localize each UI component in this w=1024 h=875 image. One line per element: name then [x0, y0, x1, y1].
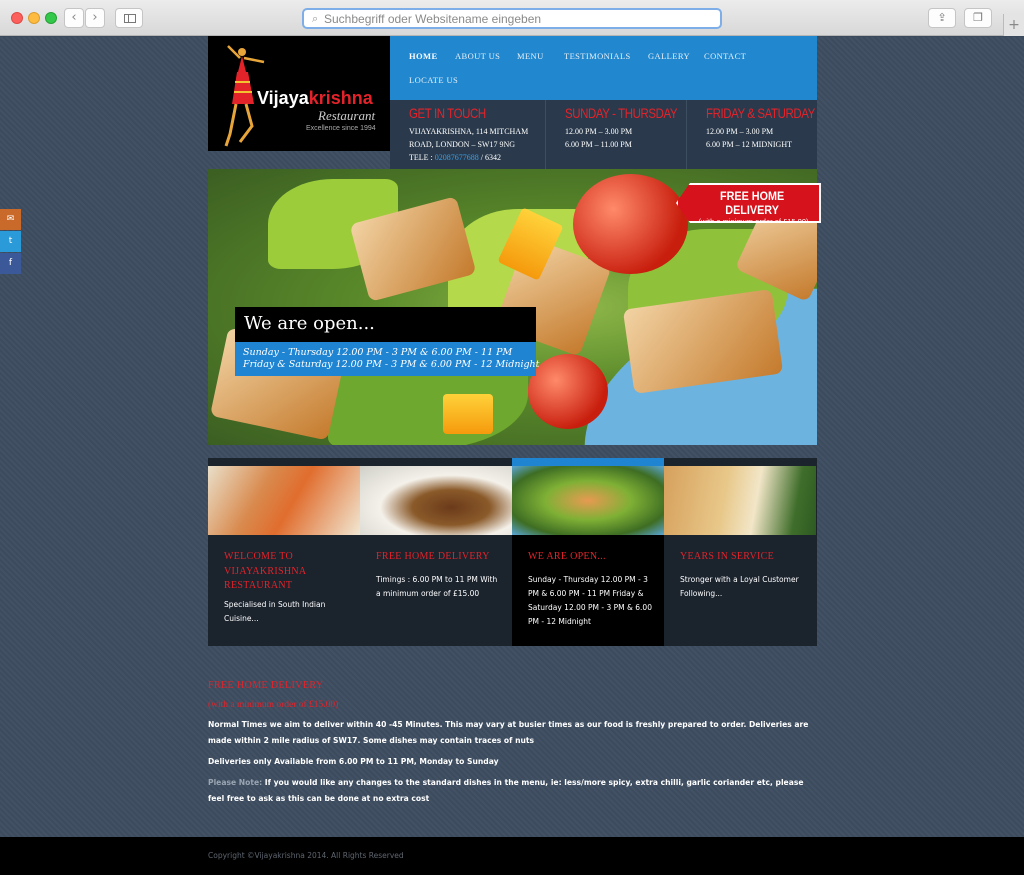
- nav-home[interactable]: HOME: [409, 51, 438, 61]
- hero-open-title: We are open...: [235, 307, 536, 342]
- minimize-window-button[interactable]: [28, 12, 40, 24]
- feature-title: YEARS IN SERVICE: [680, 551, 775, 562]
- show-tabs-button[interactable]: ❐: [964, 8, 992, 28]
- feature-welcome[interactable]: WELCOME TO VIJAYAKRISHNA RESTAURANT Spec…: [208, 458, 360, 646]
- feature-title: FREE HOME DELIVERY: [376, 551, 490, 562]
- sidebar-toggle-button[interactable]: [115, 8, 143, 28]
- nav-contact[interactable]: CONTACT: [704, 51, 746, 61]
- tel-label: TELE :: [409, 153, 433, 162]
- weekend-hours-line-1: 12.00 PM – 3.00 PM: [706, 127, 774, 136]
- feature-text: Specialised in South Indian Cuisine...: [224, 600, 326, 623]
- weekday-hours-line-1: 12.00 PM – 3.00 PM: [565, 127, 633, 136]
- nav-menu[interactable]: MENU: [517, 51, 544, 61]
- delivery-note: Please Note: If you would like any chang…: [208, 775, 820, 806]
- new-tab-button[interactable]: +: [1003, 14, 1024, 36]
- address-line-1: VIJAYAKRISHNA, 114 MITCHAM: [409, 127, 529, 136]
- address-line-2: ROAD, LONDON – SW17 9NG: [409, 140, 515, 149]
- nav-locate-us[interactable]: LOCATE US: [409, 75, 458, 85]
- brand-name: Vijayakrishna: [257, 88, 373, 108]
- tomato-shape: [528, 354, 608, 429]
- feature-delivery[interactable]: FREE HOME DELIVERY Timings : 6.00 PM to …: [360, 458, 512, 646]
- sidebar-icon: [124, 14, 136, 23]
- weekend-hours-title: FRIDAY & SATURDAY: [706, 105, 815, 121]
- feature-years[interactable]: YEARS IN SERVICE Stronger with a Loyal C…: [664, 458, 816, 646]
- contact-column: GET IN TOUCH VIJAYAKRISHNA, 114 MITCHAM …: [409, 100, 545, 169]
- note-label: Please Note:: [208, 778, 263, 787]
- back-button[interactable]: ‹: [64, 8, 84, 28]
- twitter-share-icon[interactable]: t: [0, 231, 21, 252]
- delivery-paragraph: Normal Times we aim to deliver within 40…: [208, 720, 809, 745]
- maximize-window-button[interactable]: [45, 12, 57, 24]
- weekend-hours-line-2: 6.00 PM – 12 MIDNIGHT: [706, 140, 792, 149]
- search-icon: ⌕: [312, 12, 319, 25]
- feature-open[interactable]: WE ARE OPEN... Sunday - Thursday 12.00 P…: [512, 458, 664, 646]
- browser-toolbar: ‹ › ⌕ ⇪ ❐ +: [0, 0, 1024, 36]
- nav-gallery[interactable]: GALLERY: [648, 51, 690, 61]
- pepper-shape: [443, 394, 493, 434]
- brand-subtitle: Restaurant: [318, 108, 376, 123]
- address-bar[interactable]: ⌕: [302, 8, 722, 29]
- feature-boxes: WELCOME TO VIJAYAKRISHNA RESTAURANT Spec…: [208, 458, 817, 646]
- delivery-availability: Deliveries only Available from 6.00 PM t…: [208, 757, 499, 766]
- share-button[interactable]: ⇪: [928, 8, 956, 28]
- feature-text: Stronger with a Loyal Customer Following…: [680, 575, 799, 598]
- contact-hours-bar: GET IN TOUCH VIJAYAKRISHNA, 114 MITCHAM …: [390, 100, 817, 169]
- free-delivery-badge[interactable]: FREE HOME DELIVERY (with a minimum order…: [676, 183, 821, 223]
- nav-testimonials[interactable]: TESTIMONIALS: [564, 51, 631, 61]
- weekday-hours-line-2: 6.00 PM – 11.00 PM: [565, 140, 632, 149]
- close-window-button[interactable]: [11, 12, 23, 24]
- contact-title: GET IN TOUCH: [409, 105, 486, 121]
- weekend-hours-column: FRIDAY & SATURDAY 12.00 PM – 3.00 PM 6.0…: [686, 100, 817, 169]
- tel-extension: / 6342: [480, 153, 502, 162]
- brand-tagline: Excellence since 1994: [306, 125, 376, 132]
- feature-text: Timings : 6.00 PM to 11 PM With a minimu…: [376, 575, 498, 598]
- hero-open-line-2: Friday & Saturday 12.00 PM - 3 PM & 6.00…: [243, 359, 540, 370]
- telephone: TELE : 02087677688 / 6342: [409, 151, 545, 164]
- salad-thumbnail-image: [512, 466, 664, 535]
- weekday-hours-column: SUNDAY - THURSDAY 12.00 PM – 3.00 PM 6.0…: [545, 100, 686, 169]
- feature-text: Sunday - Thursday 12.00 PM - 3 PM & 6.00…: [528, 575, 652, 626]
- note-text: If you would like any changes to the sta…: [208, 778, 804, 803]
- tel-number[interactable]: 02087677688: [435, 153, 479, 162]
- active-indicator: [512, 458, 664, 466]
- weekday-hours-title: SUNDAY - THURSDAY: [565, 105, 678, 121]
- nav-about-us[interactable]: ABOUT US: [455, 51, 500, 61]
- facebook-share-icon[interactable]: f: [0, 253, 21, 274]
- tomato-shape: [573, 174, 688, 274]
- hero-open-line-1: Sunday - Thursday 12.00 PM - 3 PM & 6.00…: [243, 347, 513, 358]
- delivery-heading: FREE HOME DELIVERY: [208, 680, 324, 691]
- site-logo[interactable]: Vijayakrishna Restaurant Excellence sinc…: [208, 36, 390, 151]
- feature-title: WELCOME TO VIJAYAKRISHNA RESTAURANT: [224, 551, 306, 591]
- forward-button[interactable]: ›: [85, 8, 105, 28]
- email-share-icon[interactable]: ✉: [0, 209, 21, 230]
- feature-title: WE ARE OPEN...: [528, 551, 606, 562]
- main-navigation: HOME ABOUT US MENU TESTIMONIALS GALLERY …: [390, 36, 817, 100]
- dosa-image: [664, 466, 816, 535]
- url-input[interactable]: [324, 11, 704, 26]
- copyright-text: Copyright ©Vijayakrishna 2014. All Right…: [208, 851, 404, 860]
- hero-open-times: Sunday - Thursday 12.00 PM - 3 PM & 6.00…: [235, 342, 540, 376]
- site-footer: Copyright ©Vijayakrishna 2014. All Right…: [0, 837, 1024, 875]
- fish-curry-image: [360, 466, 512, 535]
- prawns-image: [208, 466, 360, 535]
- delivery-subheading: (with a minimum order of £15.00): [208, 700, 339, 710]
- badge-title: FREE HOME DELIVERY: [719, 189, 785, 217]
